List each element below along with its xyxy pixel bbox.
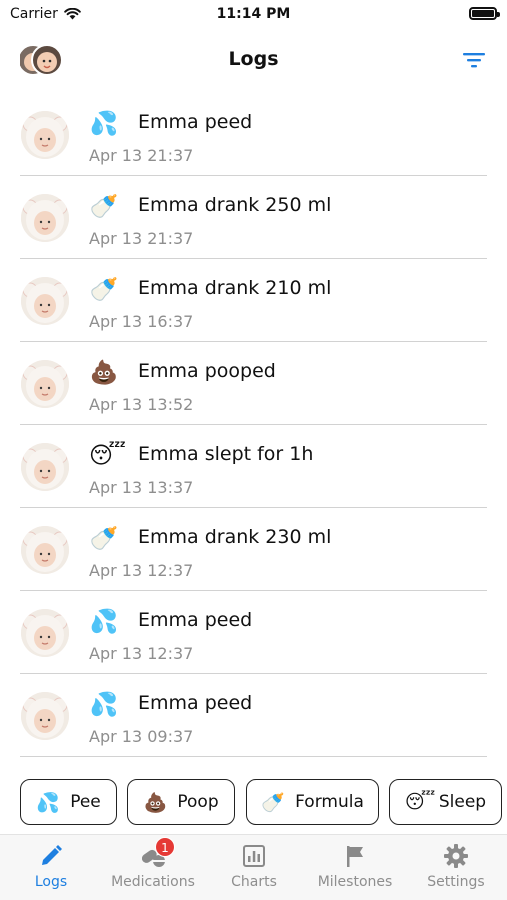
bottle-icon: 🍼 xyxy=(89,277,119,303)
log-row[interactable]: 💦 Emma peed Apr 13 12:37 xyxy=(0,591,507,674)
quick-add-sleep-button[interactable]: 😴 Sleep xyxy=(389,779,502,825)
log-time: Apr 13 09:37 xyxy=(89,727,194,746)
notification-badge: 1 xyxy=(155,837,175,857)
log-time: Apr 13 12:37 xyxy=(89,644,194,663)
page-title: Logs xyxy=(228,48,279,70)
chart-icon xyxy=(241,843,267,869)
log-row[interactable]: 💩 Emma pooped Apr 13 13:52 xyxy=(0,342,507,425)
tab-medications[interactable]: 1 Medications xyxy=(103,835,203,900)
tab-label: Charts xyxy=(231,874,277,890)
poop-icon: 💩 xyxy=(143,791,168,814)
log-list: 💦 Emma peed Apr 13 21:37 🍼 Emma drank 25… xyxy=(0,93,507,757)
log-time: Apr 13 21:37 xyxy=(89,229,194,248)
status-bar: Carrier 11:14 PM xyxy=(0,0,507,30)
bottle-icon: 🍼 xyxy=(89,194,119,220)
log-text: Emma peed xyxy=(138,609,253,631)
tab-settings[interactable]: Settings xyxy=(406,835,506,900)
header: Logs xyxy=(0,38,507,82)
log-text: Emma pooped xyxy=(138,360,276,382)
log-row[interactable]: 💦 Emma peed Apr 13 21:37 xyxy=(0,93,507,176)
log-row[interactable]: 🍼 Emma drank 230 ml Apr 13 12:37 xyxy=(0,508,507,591)
log-time: Apr 13 21:37 xyxy=(89,146,194,165)
tab-milestones[interactable]: Milestones xyxy=(305,835,405,900)
log-text: Emma peed xyxy=(138,111,253,133)
status-time: 11:14 PM xyxy=(216,6,291,22)
quick-add-pee-button[interactable]: 💦 Pee xyxy=(20,779,117,825)
tab-label: Milestones xyxy=(317,874,393,890)
divider xyxy=(20,756,487,757)
baby-avatar xyxy=(21,443,69,491)
sleep-icon: 😴 xyxy=(89,443,126,469)
log-text: Emma drank 250 ml xyxy=(138,194,332,216)
tab-bar: Logs 1 Medications Charts Milestones Set… xyxy=(0,834,507,900)
tab-label: Medications xyxy=(111,874,195,890)
log-row[interactable]: 😴 Emma slept for 1h Apr 13 13:37 xyxy=(0,425,507,508)
baby-avatar xyxy=(21,692,69,740)
bottle-icon: 🍼 xyxy=(89,526,119,552)
pee-icon: 💦 xyxy=(89,692,119,718)
sleep-icon: 😴 xyxy=(404,791,436,813)
quick-add-poop-button[interactable]: 💩 Poop xyxy=(127,779,235,825)
quick-add-label: Poop xyxy=(177,792,219,812)
pill-icon: 1 xyxy=(140,837,175,869)
pee-icon: 💦 xyxy=(36,791,61,814)
pee-icon: 💦 xyxy=(89,609,119,635)
log-time: Apr 13 13:37 xyxy=(89,478,194,497)
tab-label: Logs xyxy=(34,874,68,890)
pencil-icon xyxy=(38,843,64,869)
flag-icon xyxy=(342,843,368,869)
tab-logs[interactable]: Logs xyxy=(1,835,101,900)
filter-icon xyxy=(463,53,485,68)
tab-charts[interactable]: Charts xyxy=(204,835,304,900)
baby-avatar xyxy=(21,360,69,408)
log-row[interactable]: 💦 Emma peed Apr 13 09:37 xyxy=(0,674,507,757)
quick-add-label: Pee xyxy=(70,792,101,812)
poop-icon: 💩 xyxy=(89,360,119,386)
gear-icon xyxy=(443,843,469,869)
log-time: Apr 13 12:37 xyxy=(89,561,194,580)
log-time: Apr 13 13:52 xyxy=(89,395,194,414)
baby-avatar xyxy=(21,277,69,325)
baby-avatar xyxy=(21,526,69,574)
log-row[interactable]: 🍼 Emma drank 250 ml Apr 13 21:37 xyxy=(0,176,507,259)
bottle-icon: 🍼 xyxy=(261,791,285,814)
log-text: Emma drank 210 ml xyxy=(138,277,332,299)
log-text: Emma drank 230 ml xyxy=(138,526,332,548)
tab-label: Settings xyxy=(427,874,485,890)
quick-add-bar: 💦 Pee 💩 Poop 🍼 Formula 😴 Sleep xyxy=(20,779,503,826)
baby-avatar xyxy=(21,194,69,242)
pee-icon: 💦 xyxy=(89,111,119,137)
baby-avatar xyxy=(21,609,69,657)
log-time: Apr 13 16:37 xyxy=(89,312,194,331)
log-text: Emma peed xyxy=(138,692,253,714)
log-text: Emma slept for 1h xyxy=(138,443,314,465)
quick-add-formula-button[interactable]: 🍼 Formula xyxy=(246,779,379,825)
quick-add-label: Sleep xyxy=(438,792,487,812)
quick-add-label: Formula xyxy=(295,792,364,812)
log-row[interactable]: 🍼 Emma drank 210 ml Apr 13 16:37 xyxy=(0,259,507,342)
battery-icon xyxy=(469,7,500,20)
baby-avatar xyxy=(21,111,69,159)
filter-button[interactable] xyxy=(461,48,487,72)
